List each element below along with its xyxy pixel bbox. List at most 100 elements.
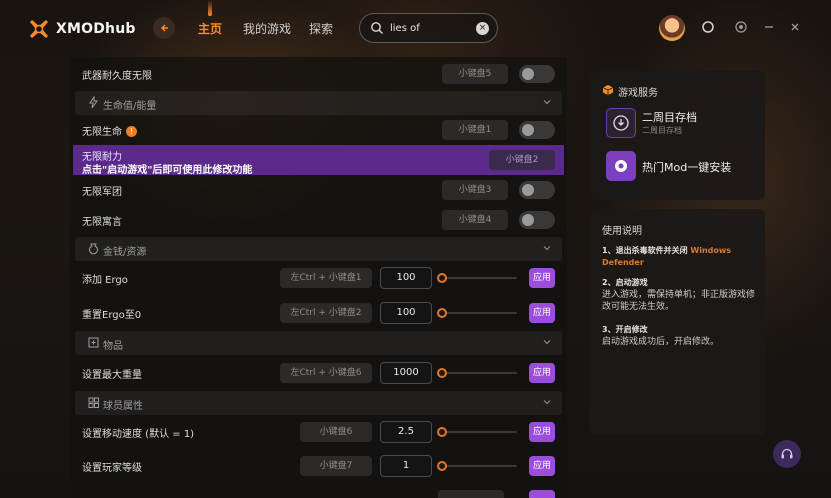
mod-toggle[interactable]	[519, 211, 555, 229]
chevron-down-icon	[543, 340, 551, 345]
mod-label: 添加 Ergo	[82, 274, 128, 286]
value-slider[interactable]	[437, 308, 517, 318]
section-title: 生命值/能量	[103, 101, 157, 112]
value-input[interactable]: 100	[380, 302, 432, 324]
service-second-playthrough[interactable]: 二周目存档 二周目存档	[606, 108, 697, 138]
hotkey-button[interactable]: 小键盘6	[300, 422, 372, 442]
clear-search-icon[interactable]: ×	[476, 22, 489, 35]
guide-step-1: 1、退出杀毒软件并关闭 Windows Defender	[602, 245, 758, 269]
hotkey-button[interactable]: 左Ctrl + 小键盘2	[280, 303, 372, 323]
lightning-icon	[89, 96, 98, 109]
panel-title: 游戏服务	[618, 88, 658, 99]
slider-handle[interactable]	[437, 308, 447, 318]
step-heading: 3、开启修改	[602, 325, 648, 334]
mod-row-add-ergo: 添加 Ergo 左Ctrl + 小键盘1 100 应用	[70, 263, 567, 293]
guide-step-2: 2、启动游戏 进入游戏，需保持单机；非正版游戏修改可能无法生效。	[602, 277, 758, 313]
download-circle-icon	[613, 115, 629, 131]
headset-icon	[781, 448, 793, 459]
search-box[interactable]: ×	[359, 13, 498, 43]
value-input[interactable]: 1	[380, 455, 432, 477]
back-button[interactable]	[153, 17, 175, 39]
value-slider[interactable]	[437, 427, 517, 437]
mod-label: 设置最大重量	[82, 369, 142, 381]
mod-label: 设置移动速度 (默认 = 1)	[82, 428, 195, 440]
value-input[interactable]: 1000	[380, 362, 432, 384]
value-slider[interactable]	[437, 273, 517, 283]
mod-toggle[interactable]	[519, 181, 555, 199]
active-tab-indicator	[208, 0, 212, 16]
section-header-money[interactable]: 金钱/资源	[75, 237, 562, 261]
hotkey-button[interactable]: 左Ctrl + 小键盘1	[280, 268, 372, 288]
nav-home[interactable]: 主页	[198, 20, 222, 37]
slider-handle[interactable]	[437, 273, 447, 283]
slider-handle[interactable]	[437, 461, 447, 471]
game-service-panel: 游戏服务 二周目存档 二周目存档 热门Mod一键安装	[590, 71, 765, 200]
grid-icon	[88, 397, 99, 408]
hotkey-button[interactable]: 小键盘7	[300, 456, 372, 476]
chevron-down-icon	[543, 246, 551, 251]
usage-guide-panel: 使用说明 1、退出杀毒软件并关闭 Windows Defender 2、启动游戏…	[590, 209, 765, 435]
slider-handle[interactable]	[437, 368, 447, 378]
hotkey-button[interactable]: 小键盘5	[442, 64, 508, 84]
hotkey-button[interactable]: 小键盘1	[442, 120, 508, 140]
mod-row-infinite-lies: 无限寓言 小键盘4	[70, 205, 567, 235]
service-popular-mod-install[interactable]: 热门Mod一键安装	[606, 151, 731, 181]
top-bar: XMODhub 主页 我的游戏 探索 ×	[0, 0, 831, 56]
slider-handle[interactable]	[437, 427, 447, 437]
service-title: 热门Mod一键安装	[642, 161, 732, 174]
section-title: 金钱/资源	[103, 247, 147, 258]
apply-button[interactable]	[529, 490, 555, 498]
step-heading: 1、退出杀毒软件并关闭 Windows Defender	[602, 245, 758, 269]
section-header-items[interactable]: 物品	[75, 331, 562, 355]
mod-row-reset-ergo: 重置Ergo至0 左Ctrl + 小键盘2 100 应用	[70, 298, 567, 328]
hotkey-button[interactable]: 小键盘3	[442, 180, 508, 200]
step-body: 进入游戏，需保持单机；非正版游戏修改可能无法生效。	[602, 290, 756, 312]
section-header-player[interactable]: 球员属性	[75, 391, 562, 415]
nav-my-games[interactable]: 我的游戏	[243, 20, 291, 37]
mod-toggle[interactable]	[519, 65, 555, 83]
section-header-vitals[interactable]: 生命值/能量	[75, 91, 562, 115]
box-plus-icon	[88, 337, 99, 348]
apply-button[interactable]: 应用	[529, 303, 555, 323]
minimize-icon[interactable]	[762, 20, 776, 34]
info-badge-icon[interactable]: !	[126, 126, 137, 137]
service-icon	[606, 108, 636, 138]
mod-label: 武器耐久度无限	[82, 70, 152, 82]
step-heading: 2、启动游戏	[602, 278, 648, 287]
settings-icon[interactable]	[734, 20, 748, 34]
cube-icon	[602, 85, 614, 95]
value-slider[interactable]	[437, 368, 517, 378]
coin-icon[interactable]	[701, 20, 715, 34]
apply-button[interactable]: 应用	[529, 456, 555, 476]
money-bag-icon	[89, 243, 98, 255]
service-subtitle: 二周目存档	[642, 126, 682, 135]
hotkey-button[interactable]: 小键盘2	[489, 150, 555, 170]
hotkey-button[interactable]: 小键盘4	[442, 210, 508, 230]
close-icon[interactable]	[788, 20, 802, 34]
support-button[interactable]	[773, 440, 801, 468]
nav-explore[interactable]: 探索	[309, 20, 333, 37]
value-input[interactable]: 2.5	[380, 421, 432, 443]
hotkey-button[interactable]: 左Ctrl + 小键盘6	[280, 363, 372, 383]
chevron-down-icon	[543, 100, 551, 105]
apply-button[interactable]: 应用	[529, 422, 555, 442]
mod-row-infinite-stamina[interactable]: 无限耐力 点击"启动游戏"后即可使用此修改功能 小键盘2	[73, 145, 564, 176]
hotkey-button[interactable]	[438, 490, 504, 498]
section-title: 物品	[103, 341, 123, 352]
apply-button[interactable]: 应用	[529, 268, 555, 288]
search-icon	[371, 22, 383, 34]
apply-button[interactable]: 应用	[529, 363, 555, 383]
guide-step-3: 3、开启修改 启动游戏成功后，开启修改。	[602, 324, 758, 348]
avatar[interactable]	[659, 15, 685, 41]
step-heading-text: 1、退出杀毒软件并关闭	[602, 246, 688, 255]
mod-label: 无限生命	[82, 126, 122, 138]
brand[interactable]: XMODhub	[28, 18, 136, 40]
value-input[interactable]: 100	[380, 267, 432, 289]
search-input[interactable]	[390, 22, 470, 34]
service-icon	[606, 151, 636, 181]
mod-list-panel[interactable]: 武器耐久度无限 小键盘5 生命值/能量 无限生命! 小键盘1 无限耐力 点击"启…	[70, 57, 567, 498]
section-title: 球员属性	[103, 401, 143, 412]
mod-toggle[interactable]	[519, 121, 555, 139]
mod-label: 设置玩家等级	[82, 462, 142, 474]
value-slider[interactable]	[437, 461, 517, 471]
